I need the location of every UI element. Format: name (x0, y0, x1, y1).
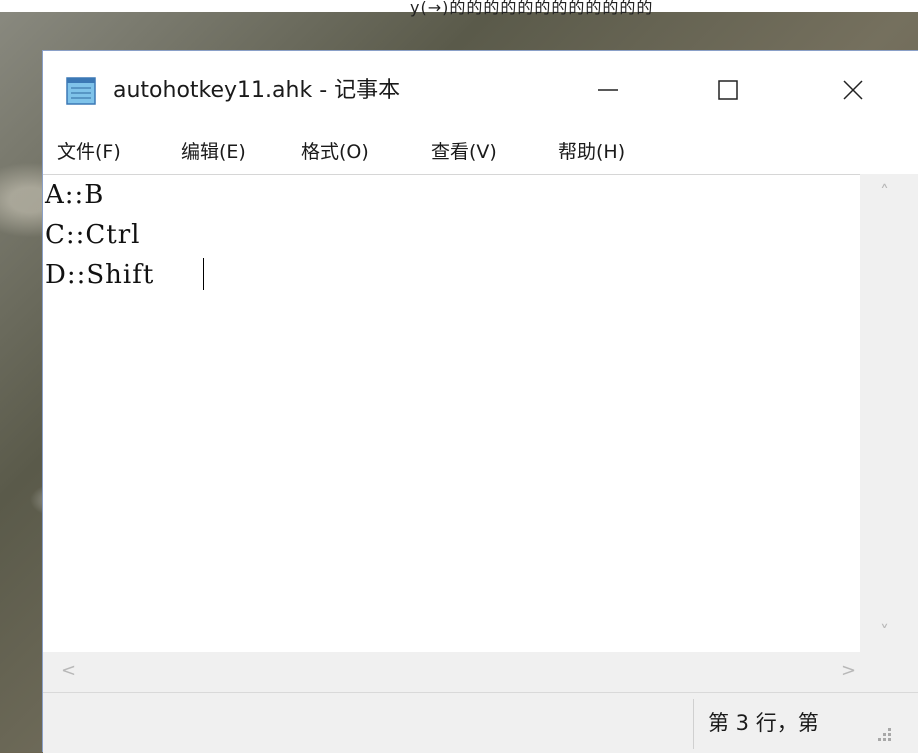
background-window-text: y(→)的的的的的的的的的的的的 (410, 0, 654, 17)
editor-line: A::B (45, 180, 105, 210)
minimize-button[interactable] (578, 61, 638, 119)
menu-view[interactable]: 查看(V) (431, 137, 497, 164)
close-icon (843, 80, 863, 100)
scroll-right-icon[interactable]: > (841, 660, 856, 681)
scroll-down-icon[interactable]: ˅ (880, 622, 889, 643)
scrollbar-corner (860, 652, 918, 692)
title-bar[interactable]: autohotkey11.ahk - 记事本 (43, 51, 918, 129)
menu-format[interactable]: 格式(O) (301, 137, 369, 164)
window-title: autohotkey11.ahk - 记事本 (113, 78, 401, 103)
scroll-up-icon[interactable]: ˄ (880, 182, 889, 203)
background-window-strip: y(→)的的的的的的的的的的的的 (0, 0, 918, 17)
resize-grip-icon[interactable] (873, 723, 893, 743)
menu-file[interactable]: 文件(F) (57, 137, 121, 164)
status-bar: 第 3 行，第 (43, 692, 918, 753)
editor-line: C::Ctrl (45, 220, 141, 250)
text-caret (203, 258, 204, 290)
notepad-icon (66, 77, 96, 105)
editor-line: D::Shift (45, 260, 155, 290)
maximize-icon (718, 80, 738, 100)
notepad-window: autohotkey11.ahk - 记事本 文件(F) 编辑(E) 格式(O)… (42, 50, 918, 753)
menu-bar: 文件(F) 编辑(E) 格式(O) 查看(V) 帮助(H) (43, 133, 918, 171)
scroll-left-icon[interactable]: < (61, 660, 76, 681)
horizontal-scrollbar[interactable]: < > (43, 652, 860, 692)
text-editor[interactable]: A::B C::Ctrl D::Shift (43, 174, 860, 653)
menu-edit[interactable]: 编辑(E) (181, 137, 246, 164)
cursor-position: 第 3 行，第 (708, 711, 819, 735)
minimize-icon (598, 89, 618, 91)
maximize-button[interactable] (698, 61, 758, 119)
menu-help[interactable]: 帮助(H) (558, 137, 625, 164)
status-divider (693, 699, 694, 749)
vertical-scrollbar[interactable]: ˄ ˅ (860, 174, 918, 652)
close-button[interactable] (823, 61, 883, 119)
